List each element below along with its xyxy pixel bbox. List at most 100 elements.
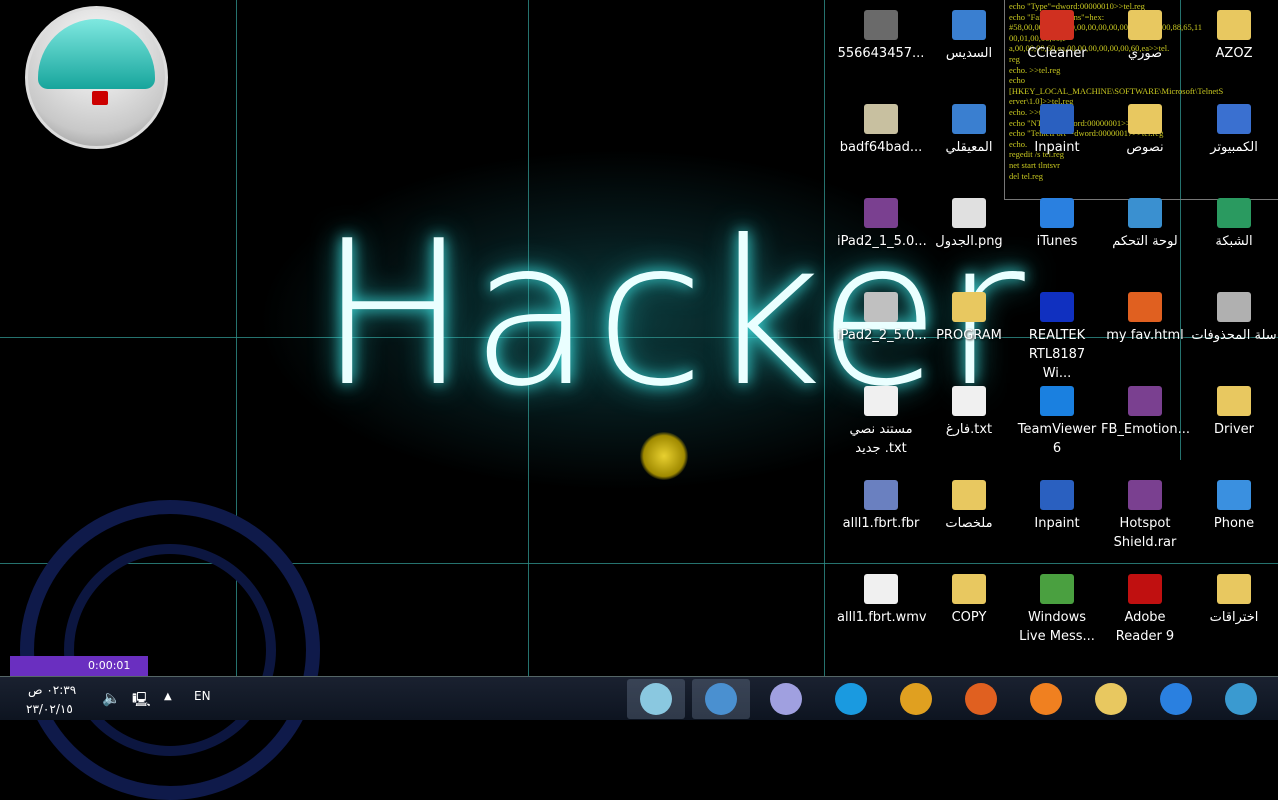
desktop-icon[interactable]: Hotspot Shield.rar <box>1101 480 1189 552</box>
file-icon <box>1040 292 1074 322</box>
desktop-icon-label: Adobe Reader 9 <box>1115 610 1175 644</box>
file-icon <box>952 292 986 322</box>
desktop-icon[interactable]: AZOZ <box>1190 10 1278 63</box>
language-indicator[interactable]: EN <box>194 689 211 703</box>
desktop-icon[interactable]: 556643457... <box>837 10 925 63</box>
network-icon[interactable]: 🖳 <box>132 689 151 713</box>
desktop-icon[interactable]: ملخصات <box>925 480 1013 533</box>
desktop-icon-label: Inpaint <box>1034 140 1080 155</box>
notepad-icon <box>640 683 672 715</box>
file-icon <box>1128 10 1162 40</box>
taskbar-firefox-button[interactable] <box>952 679 1010 719</box>
desktop-icon[interactable]: REALTEK RTL8187 Wi... <box>1013 292 1101 383</box>
desktop-icon[interactable]: alll1.fbrt.wmv <box>837 574 927 627</box>
file-icon <box>1128 574 1162 604</box>
chrome-icon <box>900 683 932 715</box>
volume-icon[interactable]: 🔈 <box>102 689 121 707</box>
desktop-icon[interactable]: badf64bad... <box>837 104 925 157</box>
file-icon <box>1128 292 1162 322</box>
file-icon <box>1040 480 1074 510</box>
desktop-icon[interactable]: Phone <box>1190 480 1278 533</box>
clock-date[interactable]: ٢٣/٠٢/١٥ <box>26 702 73 716</box>
desktop-icon[interactable]: الكمبيوتر <box>1190 104 1278 157</box>
desktop-icon-label: فارغ.txt <box>945 422 993 437</box>
desktop-icon[interactable]: Adobe Reader 9 <box>1101 574 1189 646</box>
desktop-icon[interactable]: مستند نصي جديد .txt <box>837 386 925 458</box>
terminal-line: echo. >>tel.reg <box>1009 64 1061 75</box>
taskbar-chrome-button[interactable] <box>887 679 945 719</box>
desktop-icon[interactable]: iTunes <box>1013 198 1101 251</box>
desktop-icon[interactable]: Inpaint <box>1013 480 1101 533</box>
desktop-icon[interactable]: اختراقات <box>1190 574 1278 627</box>
media-player-icon <box>1030 683 1062 715</box>
desktop-icon[interactable]: Inpaint <box>1013 104 1101 157</box>
file-icon <box>952 386 986 416</box>
file-icon <box>1217 10 1251 40</box>
desktop-icon[interactable]: سلة المحذوفات <box>1190 292 1278 345</box>
file-icon <box>864 292 898 322</box>
desktop-icon-label: alll1.fbrt.fbr <box>842 516 920 531</box>
file-icon <box>1217 574 1251 604</box>
file-icon <box>952 10 986 40</box>
desktop-icon[interactable]: my fav.html <box>1101 292 1189 345</box>
desktop-icon[interactable]: صوري <box>1101 10 1189 63</box>
desktop-icon[interactable]: الشبكة <box>1190 198 1278 251</box>
desktop-icon-label: REALTEK RTL8187 Wi... <box>1028 328 1086 381</box>
desktop-icon[interactable]: FB_Emotion... <box>1101 386 1190 439</box>
desktop-icon[interactable]: alll1.fbrt.fbr <box>837 480 925 533</box>
file-icon <box>952 104 986 134</box>
screen-recorder-bar[interactable]: 0:00:01 <box>10 656 148 676</box>
taskbar-internet-explorer-button[interactable] <box>1147 679 1205 719</box>
desktop-icon-label: Inpaint <box>1034 516 1080 531</box>
desktop-icon-label: الكمبيوتر <box>1210 140 1258 155</box>
desktop-icon-label: الشبكة <box>1215 234 1253 249</box>
desktop-icon[interactable]: iPad2_2_5.0... <box>837 292 927 345</box>
desktop-icon[interactable]: COPY <box>925 574 1013 627</box>
taskbar-notepad-button[interactable] <box>627 679 685 719</box>
file-icon <box>864 104 898 134</box>
desktop-icon[interactable]: Driver <box>1190 386 1278 439</box>
desktop-icon[interactable]: TeamViewer 6 <box>1013 386 1101 458</box>
desktop-icon-label: اختراقات <box>1209 610 1259 625</box>
clock-time[interactable]: ٠٢:٣٩ ص <box>28 683 76 697</box>
desktop-icon[interactable]: CCleaner <box>1013 10 1101 63</box>
taskbar-clock-button[interactable] <box>757 679 815 719</box>
show-hidden-icons-button[interactable]: ▲ <box>164 691 172 702</box>
terminal-line: del tel.reg <box>1009 170 1043 181</box>
desktop-icon-label: CCleaner <box>1027 46 1087 61</box>
taskbar-start-button[interactable] <box>1212 679 1270 719</box>
desktop-icon[interactable]: Windows Live Mess... <box>1013 574 1101 646</box>
desktop-icon[interactable]: لوحة التحكم <box>1101 198 1189 251</box>
desktop-icon[interactable]: PROGRAM <box>925 292 1013 345</box>
desktop-icon[interactable]: المعيقلي <box>925 104 1013 157</box>
desktop-icon[interactable]: iPad2_1_5.0... <box>837 198 927 251</box>
desktop-icon-label: my fav.html <box>1106 328 1184 343</box>
desktop-icon-label: iTunes <box>1036 234 1078 249</box>
desktop-icon[interactable]: نصوص <box>1101 104 1189 157</box>
terminal-line: echo <box>1009 75 1026 86</box>
desktop-icon-label: مستند نصي جديد .txt <box>849 422 913 456</box>
desktop-icon-label: سلة المحذوفات <box>1191 328 1277 343</box>
kaspersky-icon <box>92 91 108 105</box>
desktop-icon-label: السديس <box>945 46 993 61</box>
desktop-icon[interactable]: السديس <box>925 10 1013 63</box>
antivirus-gadget[interactable] <box>25 6 168 149</box>
taskbar-media-player-button[interactable] <box>1017 679 1075 719</box>
clock-icon <box>770 683 802 715</box>
file-icon <box>864 10 898 40</box>
messenger-icon <box>705 683 737 715</box>
terminal-line: [HKEY_LOCAL_MACHINE\SOFTWARE\Microsoft\T… <box>1009 85 1224 96</box>
taskbar-messenger-button[interactable] <box>692 679 750 719</box>
file-icon <box>952 574 986 604</box>
desktop-icon-label: Phone <box>1213 516 1255 531</box>
file-icon <box>1128 480 1162 510</box>
desktop-icon[interactable]: الجدول.png <box>925 198 1013 251</box>
file-icon <box>952 198 986 228</box>
desktop-icon-label: COPY <box>951 610 987 625</box>
desktop-icon[interactable]: فارغ.txt <box>925 386 1013 439</box>
taskbar-skype-button[interactable] <box>822 679 880 719</box>
desktop-icon-label: لوحة التحكم <box>1112 234 1178 249</box>
desktop-icon-label: صوري <box>1127 46 1163 61</box>
desktop-icon-label: TeamViewer 6 <box>1017 422 1097 456</box>
taskbar-explorer-button[interactable] <box>1082 679 1140 719</box>
